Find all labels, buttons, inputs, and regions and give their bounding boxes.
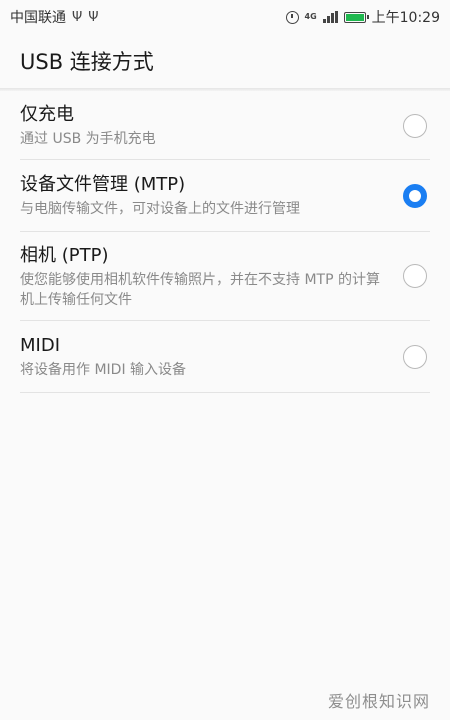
option-midi[interactable]: MIDI 将设备用作 MIDI 输入设备	[20, 321, 430, 393]
signal-icon	[322, 11, 338, 23]
page-title-bar: USB 连接方式	[0, 34, 450, 88]
carrier-name: 中国联通	[10, 10, 66, 26]
option-mtp[interactable]: 设备文件管理 (MTP) 与电脑传输文件，可对设备上的文件进行管理	[20, 160, 430, 232]
option-description: 与电脑传输文件，可对设备上的文件进行管理	[20, 201, 300, 217]
clock: 上午10:29	[371, 10, 440, 26]
alarm-icon	[285, 10, 299, 24]
radio-button[interactable]	[403, 264, 427, 288]
battery-icon	[343, 11, 369, 23]
option-label: 设备文件管理 (MTP)	[20, 174, 186, 195]
battery-level	[345, 13, 364, 21]
network-type-badge: 4G	[304, 12, 317, 21]
option-description: 使您能够使用相机软件传输照片，并在不支持 MTP 的计算机上传输任何文件	[20, 272, 380, 308]
usb-mode-list: 仅充电 通过 USB 为手机充电 设备文件管理 (MTP) 与电脑传输文件，可对…	[20, 92, 430, 393]
option-charge-only[interactable]: 仅充电 通过 USB 为手机充电	[20, 92, 430, 160]
option-label: 仅充电	[20, 104, 74, 125]
option-description: 通过 USB 为手机充电	[20, 131, 156, 147]
status-bar-right: 4G 上午10:29	[285, 7, 440, 27]
status-bar: 中国联通 Ψ Ψ 4G 上午10:29	[0, 0, 450, 34]
radio-button[interactable]	[403, 113, 427, 138]
watermark: 爱创根知识网	[327, 692, 430, 711]
option-ptp[interactable]: 相机 (PTP) 使您能够使用相机软件传输照片，并在不支持 MTP 的计算机上传…	[20, 232, 430, 321]
page-title: USB 连接方式	[20, 50, 154, 74]
radio-button-selected[interactable]	[403, 183, 427, 208]
option-label: 相机 (PTP)	[20, 245, 109, 266]
usb-icon: Ψ	[72, 9, 83, 25]
option-label: MIDI	[20, 335, 61, 356]
usb-icon: Ψ	[88, 9, 99, 25]
title-divider	[0, 88, 450, 91]
status-bar-left: 中国联通 Ψ Ψ	[10, 7, 98, 27]
radio-button[interactable]	[403, 344, 427, 369]
option-description: 将设备用作 MIDI 输入设备	[20, 362, 187, 378]
